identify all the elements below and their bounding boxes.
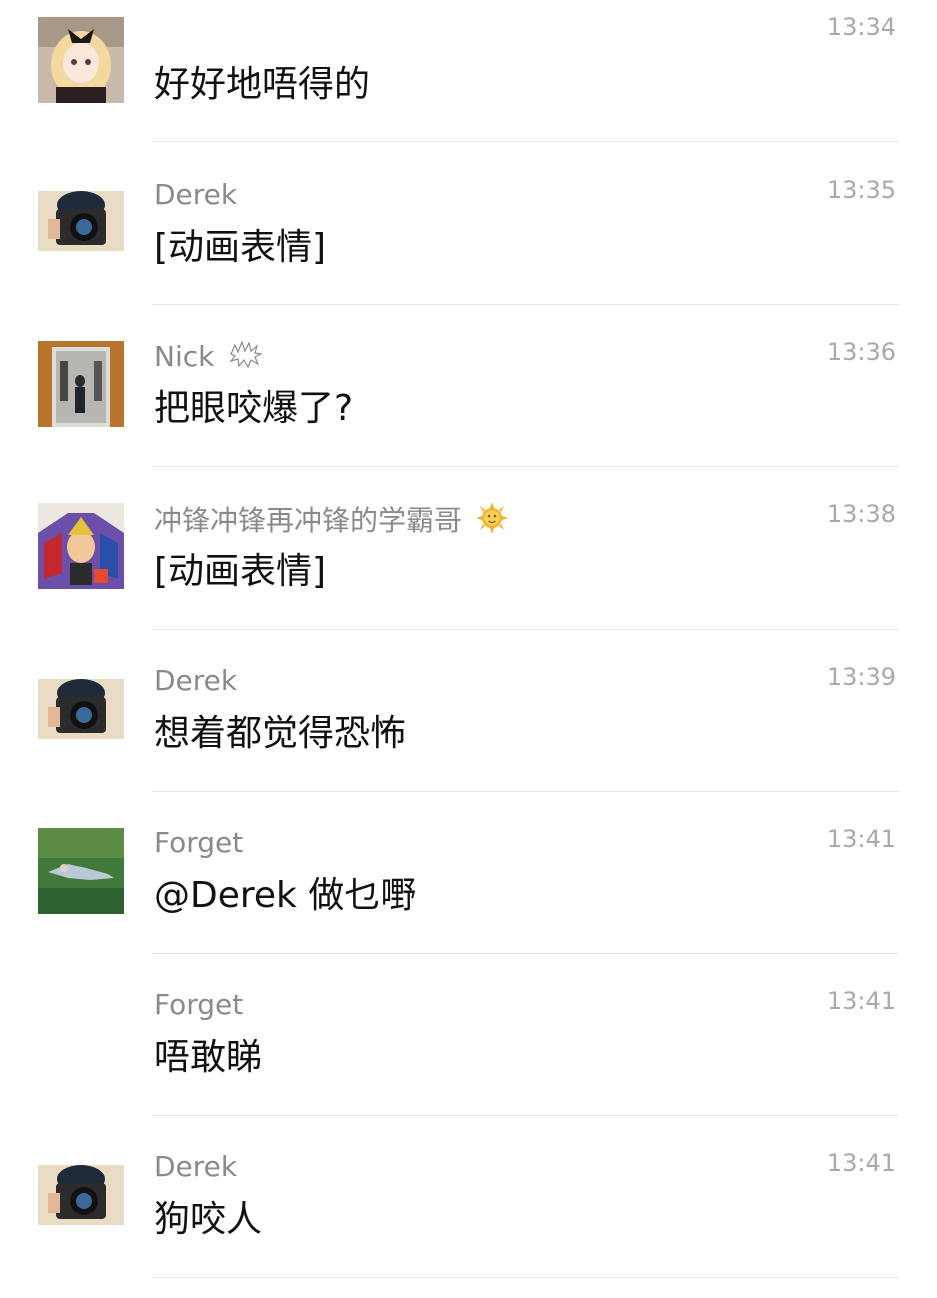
message-divider bbox=[152, 629, 899, 630]
sun-face-emoji-icon bbox=[475, 501, 509, 543]
message-item[interactable]: Derek 狗咬人 13:41 bbox=[0, 1136, 937, 1298]
message-text: [动画表情] bbox=[154, 551, 327, 592]
message-sender: Derek bbox=[154, 178, 238, 211]
message-divider bbox=[152, 1115, 899, 1116]
message-time: 13:35 bbox=[826, 176, 896, 204]
camera-person-avatar[interactable] bbox=[38, 679, 124, 739]
message-time: 13:38 bbox=[826, 500, 896, 528]
message-divider bbox=[152, 791, 899, 792]
message-text: 好好地唔得的 bbox=[154, 64, 371, 105]
message-sender: 冲锋冲锋再冲锋的学霸哥 bbox=[154, 501, 509, 543]
message-divider bbox=[152, 1277, 899, 1278]
sender-name: Nick bbox=[154, 340, 215, 373]
message-sender: Derek bbox=[154, 1150, 238, 1183]
message-item[interactable]: Derek [动画表情] 13:35 bbox=[0, 162, 937, 324]
camera-person-avatar[interactable] bbox=[38, 191, 124, 251]
anime-girl-avatar[interactable] bbox=[38, 17, 124, 103]
camera-person-avatar[interactable] bbox=[38, 1165, 124, 1225]
message-item[interactable]: 冲锋冲锋再冲锋的学霸哥 [动画表情] 13:38 bbox=[0, 487, 937, 649]
message-time: 13:34 bbox=[826, 13, 896, 41]
grass-field-avatar[interactable] bbox=[38, 828, 124, 914]
message-time: 13:41 bbox=[826, 825, 896, 853]
message-time: 13:41 bbox=[826, 987, 896, 1015]
scribble-badge-icon bbox=[227, 339, 264, 377]
message-divider bbox=[152, 141, 899, 142]
mirror-selfie-avatar[interactable] bbox=[38, 341, 124, 427]
message-item[interactable]: 好好地唔得的 13:34 bbox=[0, 0, 937, 162]
message-item[interactable]: Forget 唔敢睇 13:41 bbox=[0, 974, 937, 1136]
message-text: 想着都觉得恐怖 bbox=[154, 713, 407, 754]
message-item[interactable]: Derek 想着都觉得恐怖 13:39 bbox=[0, 650, 937, 812]
sender-name: 冲锋冲锋再冲锋的学霸哥 bbox=[154, 504, 463, 537]
message-text: 唔敢睇 bbox=[154, 1037, 263, 1078]
message-text: [动画表情] bbox=[154, 227, 327, 268]
message-divider bbox=[152, 953, 899, 954]
chat-message-list: 好好地唔得的 13:34 Derek [动画表情] 13:35 Nick 把眼咬… bbox=[0, 0, 937, 1280]
message-divider bbox=[152, 466, 899, 467]
message-item[interactable]: Forget @Derek 做乜嘢 13:41 bbox=[0, 812, 937, 974]
message-sender: Nick bbox=[154, 339, 264, 377]
message-sender: Forget bbox=[154, 826, 244, 859]
message-divider bbox=[152, 304, 899, 305]
message-time: 13:41 bbox=[826, 1149, 896, 1177]
message-text: @Derek 做乜嘢 bbox=[154, 875, 417, 916]
message-item[interactable]: Nick 把眼咬爆了? 13:36 bbox=[0, 325, 937, 487]
message-text: 狗咬人 bbox=[154, 1199, 263, 1240]
message-time: 13:39 bbox=[826, 663, 896, 691]
message-sender: Forget bbox=[154, 988, 244, 1021]
message-time: 13:36 bbox=[826, 338, 896, 366]
message-sender: Derek bbox=[154, 664, 238, 697]
anime-hero-avatar[interactable] bbox=[38, 503, 124, 589]
message-text: 把眼咬爆了? bbox=[154, 388, 354, 429]
